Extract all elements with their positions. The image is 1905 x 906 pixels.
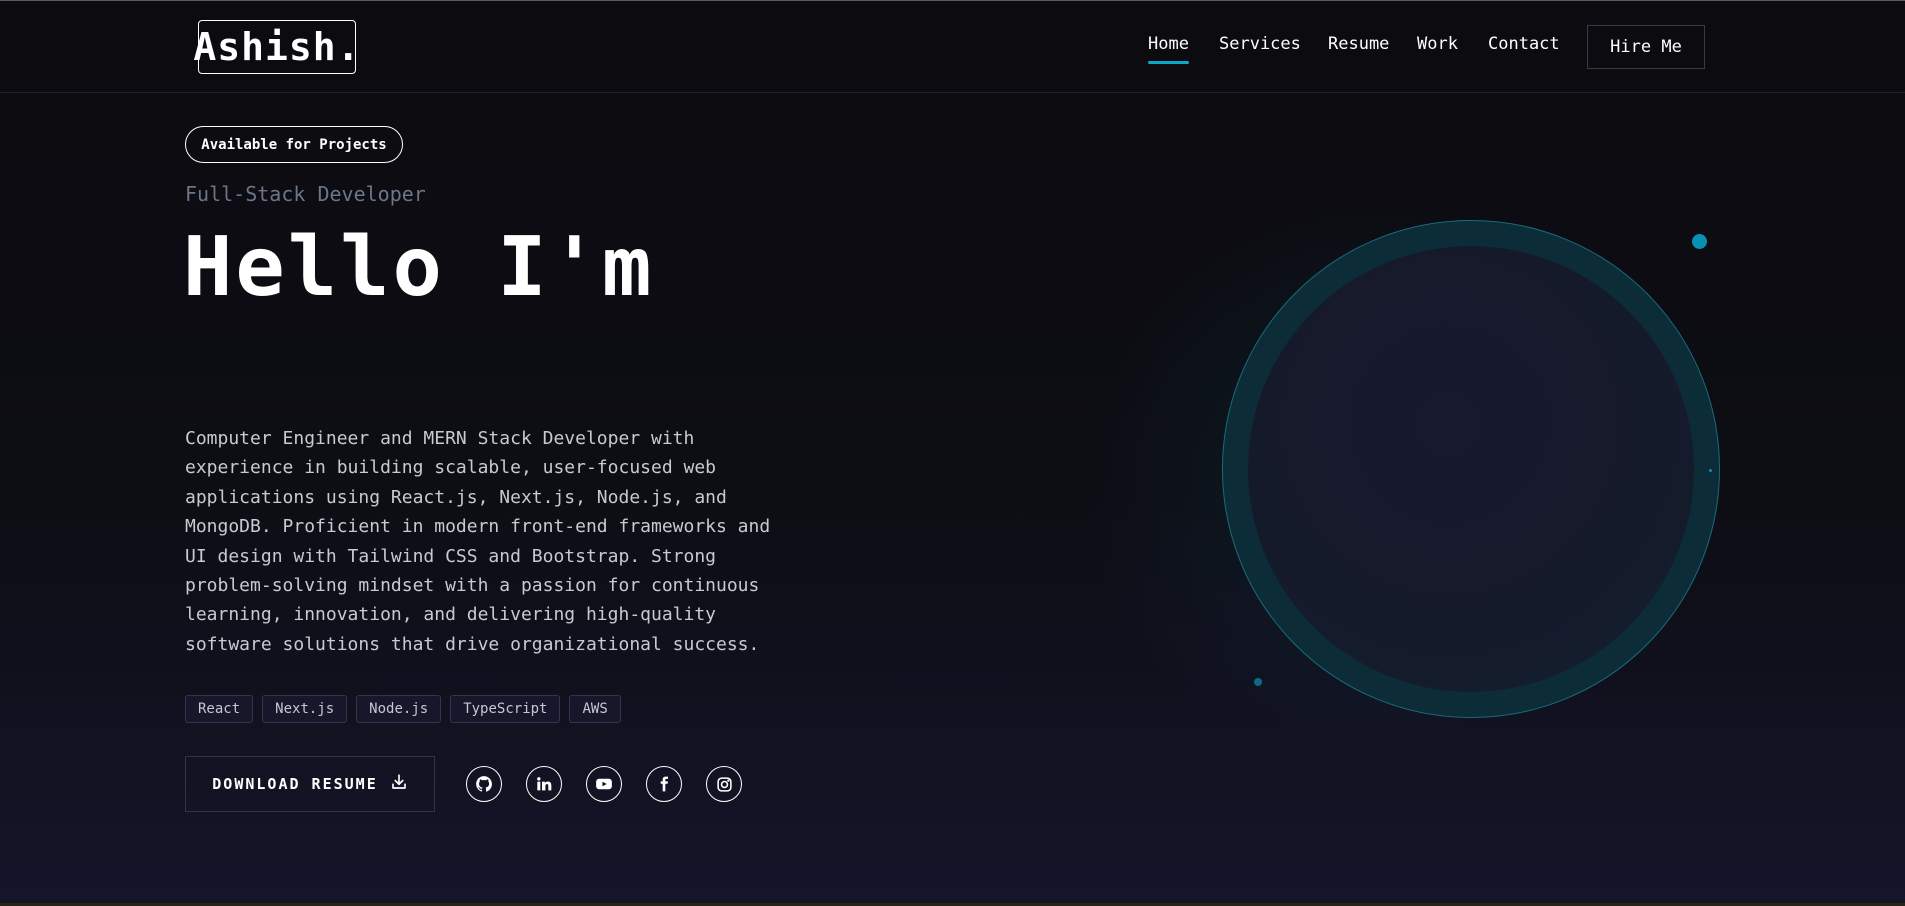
github-icon[interactable] — [466, 766, 502, 802]
facebook-icon[interactable] — [646, 766, 682, 802]
nav-item-work[interactable]: Work — [1417, 34, 1458, 54]
youtube-icon[interactable] — [586, 766, 622, 802]
hero-headline: Hello I'm — [183, 220, 655, 315]
role-subtitle: Full-Stack Developer — [185, 182, 426, 206]
tag-nextjs: Next.js — [262, 695, 348, 723]
social-links — [466, 766, 742, 802]
download-icon — [390, 773, 408, 795]
nav-item-services[interactable]: Services — [1219, 34, 1301, 54]
download-resume-button[interactable]: DOWNLOAD RESUME — [185, 756, 435, 812]
tech-tags: React Next.js Node.js TypeScript AWS — [185, 695, 621, 723]
orbit-dot-tiny — [1709, 469, 1712, 472]
orbit-dot-small — [1254, 678, 1262, 686]
instagram-icon[interactable] — [706, 766, 742, 802]
nav-item-home[interactable]: Home — [1148, 34, 1189, 64]
logo[interactable]: Ashish. — [193, 20, 360, 74]
hire-me-button[interactable]: Hire Me — [1587, 25, 1705, 69]
linkedin-icon[interactable] — [526, 766, 562, 802]
orbit-dot-large — [1692, 234, 1707, 249]
download-resume-label: DOWNLOAD RESUME — [212, 775, 378, 793]
nav-item-contact[interactable]: Contact — [1488, 34, 1560, 54]
tag-react: React — [185, 695, 254, 723]
profile-image-placeholder — [1248, 246, 1694, 692]
tag-typescript: TypeScript — [450, 695, 561, 723]
hero-description: Computer Engineer and MERN Stack Develop… — [185, 428, 771, 655]
tag-nodejs: Node.js — [356, 695, 442, 723]
nav-item-resume[interactable]: Resume — [1328, 34, 1389, 54]
site-header: Ashish. Home Services Resume Work Contac… — [0, 0, 1905, 93]
availability-badge: Available for Projects — [185, 126, 403, 163]
tag-aws: AWS — [569, 695, 621, 723]
